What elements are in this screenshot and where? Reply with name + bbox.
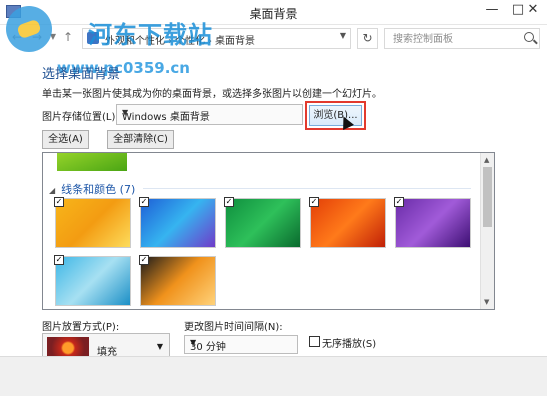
address-dropdown-icon[interactable]: ▼ [340, 31, 346, 40]
picture-position-label: 图片放置方式(P): [42, 322, 120, 333]
wallpaper-gallery[interactable]: ◢ 线条和颜色 (7) ✓ ✓ ✓ ✓ ✓ ✓ ✓ ▲ ▼ [42, 152, 495, 310]
close-button[interactable]: ✕ [519, 0, 547, 22]
shuffle-label[interactable]: 无序播放(S) [322, 335, 376, 350]
gallery-scrollbar[interactable]: ▲ ▼ [480, 153, 494, 309]
group-header[interactable]: ◢ 线条和颜色 (7) [49, 181, 135, 197]
clear-all-button[interactable]: 全部清除(C) [107, 130, 174, 149]
watermark-site-name: 河东下载站 [88, 21, 213, 49]
thumbnail-checkbox[interactable]: ✓ [224, 197, 234, 207]
browse-highlight: 浏览(B)... [305, 101, 366, 130]
thumbnail-checkbox[interactable]: ✓ [309, 197, 319, 207]
picture-location-select[interactable]: Windows 桌面背景 ▼ [116, 104, 303, 125]
wallpaper-thumbnail[interactable] [55, 256, 131, 306]
shuffle-checkbox[interactable] [309, 336, 320, 347]
select-all-button[interactable]: 全选(A) [42, 130, 89, 149]
thumbnail-checkbox[interactable]: ✓ [139, 255, 149, 265]
wallpaper-thumbnail[interactable] [225, 198, 301, 248]
wallpaper-thumbnail-partial[interactable] [57, 153, 127, 171]
wallpaper-thumbnail[interactable] [140, 198, 216, 248]
page-title: 选择桌面背景 [42, 67, 121, 82]
search-box[interactable] [384, 28, 540, 49]
minimize-button[interactable]: — [478, 0, 506, 22]
wallpaper-thumbnail[interactable] [140, 256, 216, 306]
thumbnail-checkbox[interactable]: ✓ [54, 197, 64, 207]
wallpaper-thumbnail[interactable] [55, 198, 131, 248]
watermark-logo-icon [6, 6, 52, 52]
crumb-desktop-background[interactable]: 桌面背景 [215, 36, 255, 47]
chevron-down-icon: ▼ [122, 108, 129, 117]
page-description: 单击某一张图片使其成为你的桌面背景，或选择多张图片以创建一个幻灯片。 [42, 89, 382, 100]
thumbnail-checkbox[interactable]: ✓ [139, 197, 149, 207]
thumbnail-checkbox[interactable]: ✓ [394, 197, 404, 207]
chevron-down-icon: ▼ [156, 342, 163, 351]
thumbnail-checkbox[interactable]: ✓ [54, 255, 64, 265]
window-title: 桌面背景 [249, 7, 298, 21]
navigation-bar: ← → ▼ ↑ 外观和个性化›个性化›桌面背景 ▼ ↻ [0, 25, 547, 51]
browse-button[interactable]: 浏览(B)... [309, 105, 362, 126]
wallpaper-thumbnail[interactable] [395, 198, 471, 248]
search-icon[interactable] [524, 32, 534, 42]
group-divider [143, 188, 471, 189]
group-title: 线条和颜色 (7) [61, 183, 136, 196]
title-bar: 桌面背景 — □ ✕ [0, 0, 547, 25]
wallpaper-thumbnail[interactable] [310, 198, 386, 248]
scroll-up-icon[interactable]: ▲ [484, 156, 489, 164]
interval-select[interactable]: 30 分钟 ▼ [184, 335, 298, 354]
refresh-button[interactable]: ↻ [357, 28, 378, 49]
up-button[interactable]: ↑ [62, 28, 74, 46]
scroll-down-icon[interactable]: ▼ [484, 298, 489, 306]
chevron-down-icon: ▼ [190, 338, 197, 347]
scrollbar-thumb[interactable] [483, 167, 492, 227]
picture-location-label: 图片存储位置(L): [42, 112, 119, 123]
footer-area [0, 356, 547, 396]
collapse-triangle-icon[interactable]: ◢ [49, 186, 55, 195]
search-input[interactable] [391, 30, 523, 49]
interval-label: 更改图片时间间隔(N): [184, 322, 283, 333]
